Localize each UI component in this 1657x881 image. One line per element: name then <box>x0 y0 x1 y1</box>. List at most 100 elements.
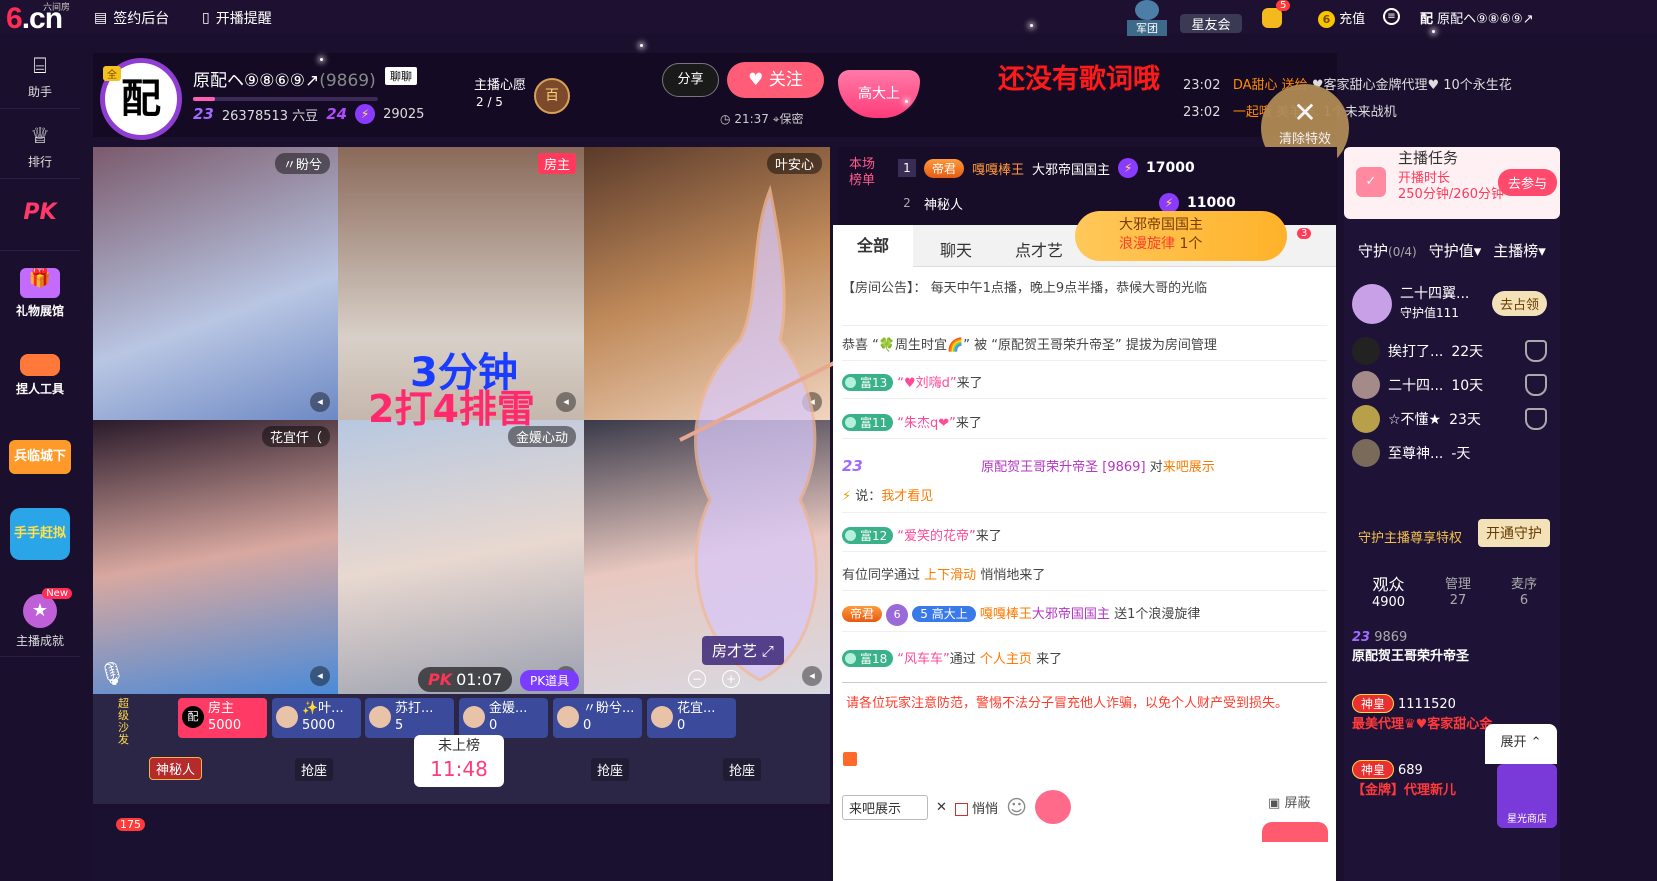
nav-divider <box>0 250 80 251</box>
bottom-count: 175 <box>116 818 145 831</box>
host-name[interactable]: 原配ヘ⑨⑧⑥⑨↗(9869) <box>193 66 376 91</box>
microphone-icon[interactable]: 🎙 <box>98 662 126 687</box>
chat-panel <box>833 225 1336 881</box>
announce-icon[interactable] <box>843 752 857 766</box>
speaker-icon[interactable]: ◂ <box>310 392 330 412</box>
seat-chip[interactable]: 苏打... 5 <box>365 698 454 738</box>
tab-admins[interactable]: 管理 27 <box>1445 577 1471 611</box>
level-progress <box>193 97 378 101</box>
nav-pk[interactable]: PK <box>0 200 80 229</box>
guard-row[interactable]: ☆不懂★ 23天 <box>1352 405 1481 433</box>
tab-audience[interactable]: 观众 4900 <box>1372 577 1405 611</box>
mysterious-user-badge[interactable]: 神秘人 <box>149 757 203 780</box>
share-button[interactable]: 分享 <box>662 63 719 97</box>
tab-guard-value[interactable]: 守护值▾ <box>1429 240 1482 261</box>
user-menu[interactable]: 配 原配ヘ⑨⑧⑥⑨↗ <box>1420 8 1534 27</box>
guard-row[interactable]: 二十四... 10天 <box>1352 371 1483 399</box>
tab-all[interactable]: 全部 <box>833 225 914 267</box>
audience-user[interactable]: 神皇 1111520 最美代理♛♥客家甜心金 <box>1352 694 1492 732</box>
recharge-button[interactable]: 6 充值 <box>1318 8 1365 28</box>
zoom-in-icon[interactable]: + <box>722 670 740 688</box>
gift-icon: 🎁 <box>20 268 60 298</box>
tab-host-rank[interactable]: 主播榜▾ <box>1493 240 1546 261</box>
target-select[interactable]: 来吧展示 <box>842 794 928 820</box>
seat-chip[interactable]: 花宜... 0 <box>647 698 736 738</box>
quiet-checkbox[interactable]: 悄悄 <box>954 798 998 817</box>
grab-seat-button[interactable]: 抢座 <box>723 758 762 781</box>
guard-row[interactable]: 至尊神... -天 <box>1352 439 1470 467</box>
rank-label[interactable]: 本场榜单 <box>846 157 878 189</box>
nav-castle-game[interactable]: 兵临城下 <box>0 440 80 478</box>
document-icon: ▤ <box>94 10 108 26</box>
expand-button[interactable]: 展开 ⌃ <box>1485 724 1557 764</box>
speaker-icon[interactable]: ◂ <box>310 666 330 686</box>
pk-tool-button[interactable]: PK道具 <box>520 670 580 691</box>
tab-guard[interactable]: 守护(0/4) <box>1358 240 1417 261</box>
shield-icon <box>1525 374 1547 396</box>
bell-icon[interactable] <box>1262 8 1282 28</box>
task-icon: ✓ <box>1356 167 1386 197</box>
rank-row[interactable]: 2 神秘人 ⚡ 11000 <box>898 193 1236 213</box>
broadcast-reminder-link[interactable]: ▯ 开播提醒 <box>202 8 272 28</box>
top-guard[interactable]: 二十四翼... 守护值111 <box>1352 284 1469 324</box>
emoji-icon[interactable]: ☺ <box>1006 795 1027 819</box>
nav-face-tool[interactable]: 捏人工具 <box>0 354 80 397</box>
rank-row[interactable]: 1 帝君 嘎嘎棒王 大邪帝国国主 ⚡ 17000 <box>898 158 1195 178</box>
logo-tag: 六间房 <box>43 3 71 13</box>
join-task-button[interactable]: 去参与 <box>1498 169 1558 196</box>
star-club-button[interactable]: 星友会 <box>1180 0 1242 34</box>
audience-user[interactable]: 23 9869 原配贺王哥荣升帝圣 <box>1352 630 1469 664</box>
fans-count: 29025 <box>383 106 425 122</box>
seat-chip[interactable]: 配房主 5000 <box>178 698 267 738</box>
overlay-text: 2打4排雷 <box>368 387 535 431</box>
chat-tag[interactable]: 聊聊 <box>385 67 417 85</box>
guard-row[interactable]: 挨打了... 22天 <box>1352 337 1483 365</box>
clear-target-icon[interactable]: ✕ <box>936 800 947 815</box>
close-icon: ✕ <box>1293 96 1317 129</box>
seat-chip[interactable]: 金媛... 0 <box>459 698 548 738</box>
video-cell[interactable]: 金媛心动◂ <box>338 420 584 694</box>
seat-chip[interactable]: ✨叶... 5000 <box>272 698 361 738</box>
video-cell[interactable]: 〃盼兮 ◂ <box>93 147 338 420</box>
zoom-out-icon[interactable]: − <box>688 670 706 688</box>
army-icon <box>1135 0 1159 20</box>
shield-icon <box>1525 408 1547 430</box>
host-wish[interactable]: 主播心愿 2 / 5 <box>474 78 526 110</box>
grab-seat-button[interactable]: 抢座 <box>591 758 630 781</box>
open-guard-button[interactable]: 开通守护 <box>1478 519 1550 547</box>
room-talent-button[interactable]: 房才艺 ⤢ <box>702 636 784 665</box>
send-button[interactable] <box>1262 822 1328 842</box>
medal-icon: ★ <box>23 594 57 628</box>
shield-button[interactable]: ▣ 屏蔽 <box>1268 792 1310 811</box>
army-button[interactable]: 军团 <box>1127 0 1167 36</box>
promo-banner[interactable]: 大邪帝国国主 浪漫旋律 1个 <box>1075 211 1287 261</box>
red-packet-icon[interactable] <box>1034 790 1071 824</box>
streamer-name: 叶安心 <box>766 153 822 174</box>
nav-gift-hall[interactable]: 🎁 礼物展馆 <box>0 268 80 319</box>
nav-assistant[interactable]: ⌸ 助手 <box>0 54 80 100</box>
robot-icon: ⌸ <box>33 54 47 79</box>
lightning-icon: ⚡ <box>1118 158 1139 178</box>
nav-host-achievement[interactable]: New ★ 主播成就 <box>0 588 80 649</box>
tab-talent[interactable]: 点才艺 <box>1015 237 1063 261</box>
occupy-button[interactable]: 去占领 <box>1492 291 1548 316</box>
grab-seat-button[interactable]: 抢座 <box>295 758 334 781</box>
tab-chat[interactable]: 聊天 <box>940 237 972 261</box>
nav-ranking[interactable]: ♕ 排行 <box>0 124 80 170</box>
seat-chip[interactable]: 〃盼兮... 0 <box>553 698 642 738</box>
coin-icon: 6 <box>1318 11 1335 28</box>
speaker-icon[interactable]: ◂ <box>556 392 576 412</box>
lightning-icon: ⚡ <box>355 104 376 124</box>
audience-user[interactable]: 神皇 689 【金牌】代理新儿 <box>1352 760 1456 798</box>
nav-mini-game[interactable]: 手手赶拟 <box>0 508 80 564</box>
tab-mic-queue[interactable]: 麦序 6 <box>1511 577 1537 611</box>
lightning-icon: ⚡ <box>842 489 852 504</box>
level-badge: 23 <box>193 105 214 123</box>
video-cell[interactable]: 花宜仟（ ◂ <box>93 420 338 694</box>
chat-divider <box>842 360 1327 361</box>
star-shop-button[interactable]: 星光商店 <box>1497 764 1557 828</box>
filter-icon: ▣ <box>1268 796 1281 811</box>
sign-backstage-link[interactable]: ▤ 签约后台 <box>94 8 169 28</box>
follow-button[interactable]: ♥ 关注 <box>727 62 824 98</box>
menu-icon[interactable]: ≡ <box>1383 8 1400 25</box>
